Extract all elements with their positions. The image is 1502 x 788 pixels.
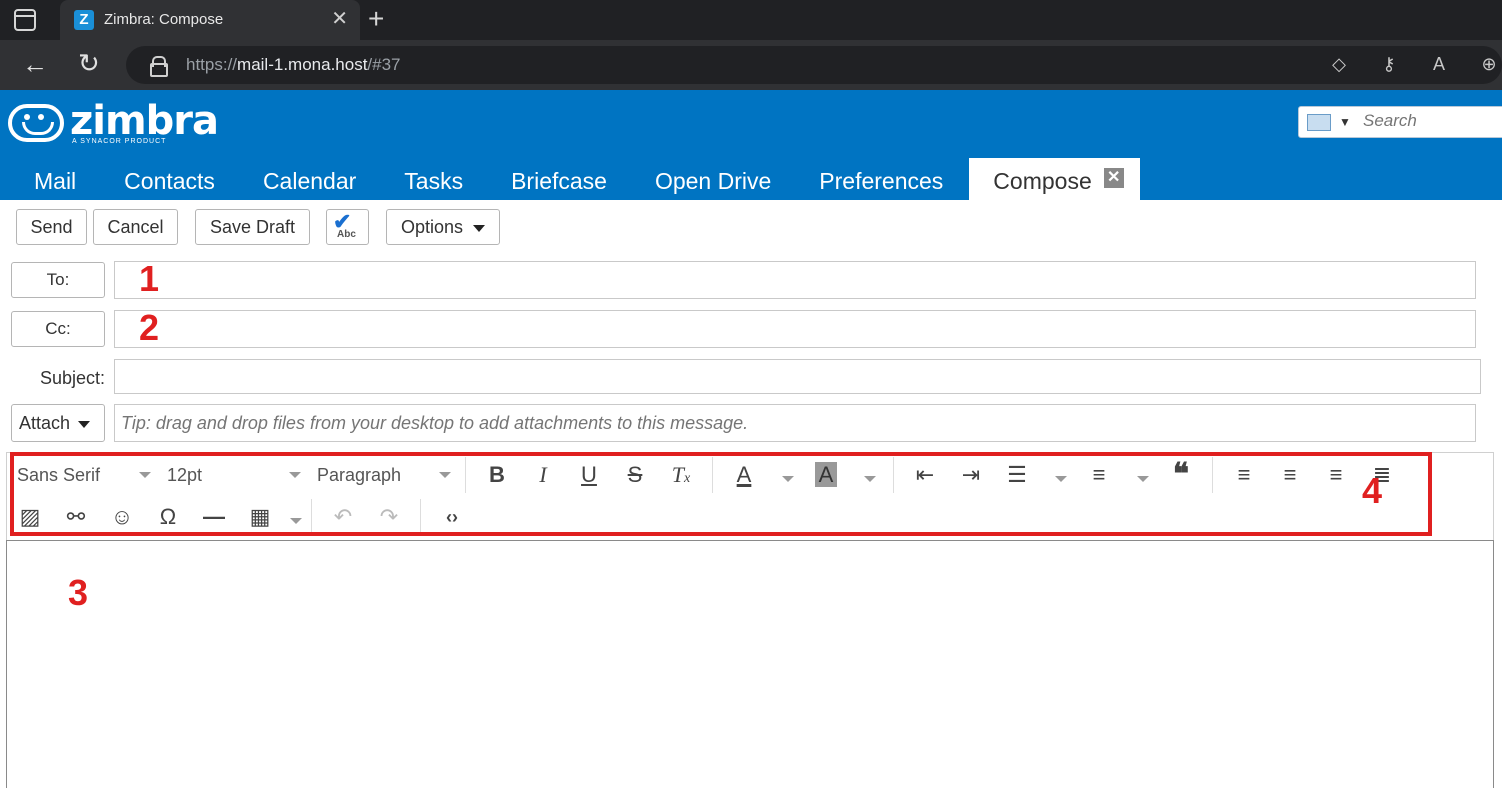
attachment-tip [115,405,1475,441]
search-input[interactable] [1363,111,1502,131]
save-draft-button[interactable]: Save Draft [195,209,310,245]
logo-subtitle: A SYNACOR PRODUCT [72,138,167,145]
search-box: ▼ [1298,106,1502,138]
cc-button[interactable]: Cc: [11,311,105,347]
message-body-editor[interactable] [6,540,1494,788]
search-type-dropdown-icon[interactable]: ▼ [1339,115,1351,129]
url-host: mail-1.mona.host [237,55,368,74]
zimbra-favicon-icon: Z [74,10,94,30]
attachment-drop-zone[interactable] [114,404,1476,442]
tab-compose-label: Compose [993,168,1092,194]
to-input[interactable] [115,262,1475,298]
reader-view-icon[interactable]: ◇ [1326,54,1352,75]
zimbra-smiley-icon [8,104,64,142]
options-dropdown-icon [473,224,486,232]
cancel-button[interactable]: Cancel [93,209,178,245]
browser-toolbar: ← ↻ https://mail-1.mona.host/#37 ◇ ⚷ A ⊕ [0,40,1502,90]
browser-tab-bar: Z Zimbra: Compose ✕ + [0,0,1502,40]
tab-title: Zimbra: Compose [104,11,224,28]
back-arrow-icon[interactable]: ← [22,50,48,78]
annotation-marker-4: 4 [1362,470,1383,511]
sidebar-toggle-icon[interactable] [14,9,36,31]
tab-open-drive[interactable]: Open Drive [631,158,795,200]
attach-button[interactable]: Attach [11,404,105,442]
read-aloud-icon[interactable]: A [1426,54,1452,75]
tab-compose[interactable]: Compose ✕ [969,158,1140,200]
subject-field[interactable] [114,359,1481,394]
options-button[interactable]: Options [386,209,500,245]
attach-label: Attach [19,413,71,433]
zoom-icon[interactable]: ⊕ [1476,54,1502,75]
mail-envelope-icon[interactable] [1307,114,1331,131]
app-tabs: Mail Contacts Calendar Tasks Briefcase O… [0,158,1140,200]
lock-icon[interactable] [150,56,168,77]
spell-check-abc: Abc [337,229,356,240]
tab-preferences[interactable]: Preferences [795,158,967,200]
annotation-highlight-box [10,452,1432,536]
to-button[interactable]: To: [11,262,105,298]
tab-mail[interactable]: Mail [0,158,100,200]
annotation-marker-2: 2 [139,307,160,348]
tab-briefcase[interactable]: Briefcase [487,158,631,200]
tab-close-icon[interactable]: ✕ [331,8,348,30]
browser-tab[interactable]: Z Zimbra: Compose ✕ [60,0,360,40]
spell-check-icon: ✔ Abc [333,209,356,240]
url-path: /#37 [367,55,401,74]
options-label: Options [400,217,464,237]
key-icon[interactable]: ⚷ [1376,54,1402,75]
spell-check-button[interactable]: ✔ Abc [326,209,369,245]
tab-calendar[interactable]: Calendar [239,158,380,200]
subject-input[interactable] [115,360,1480,393]
cc-input[interactable] [115,311,1475,347]
subject-label: Subject: [40,368,106,388]
address-bar[interactable]: https://mail-1.mona.host/#37 ◇ ⚷ A ⊕ [126,46,1502,84]
new-tab-icon[interactable]: + [368,4,384,34]
tab-contacts[interactable]: Contacts [100,158,239,200]
reload-icon[interactable]: ↻ [78,49,100,77]
url-prefix: https:// [186,55,238,74]
url-text[interactable]: https://mail-1.mona.host/#37 [186,55,401,75]
annotation-marker-1: 1 [139,258,160,299]
cc-field[interactable] [114,310,1476,348]
tab-tasks[interactable]: Tasks [380,158,487,200]
to-field[interactable] [114,261,1476,299]
annotation-marker-3: 3 [68,572,89,613]
zimbra-header: zimbra A SYNACOR PRODUCT ▼ Mail Contacts… [0,90,1502,200]
send-button[interactable]: Send [16,209,87,245]
attach-dropdown-icon [78,420,91,428]
close-compose-icon[interactable]: ✕ [1103,168,1124,188]
